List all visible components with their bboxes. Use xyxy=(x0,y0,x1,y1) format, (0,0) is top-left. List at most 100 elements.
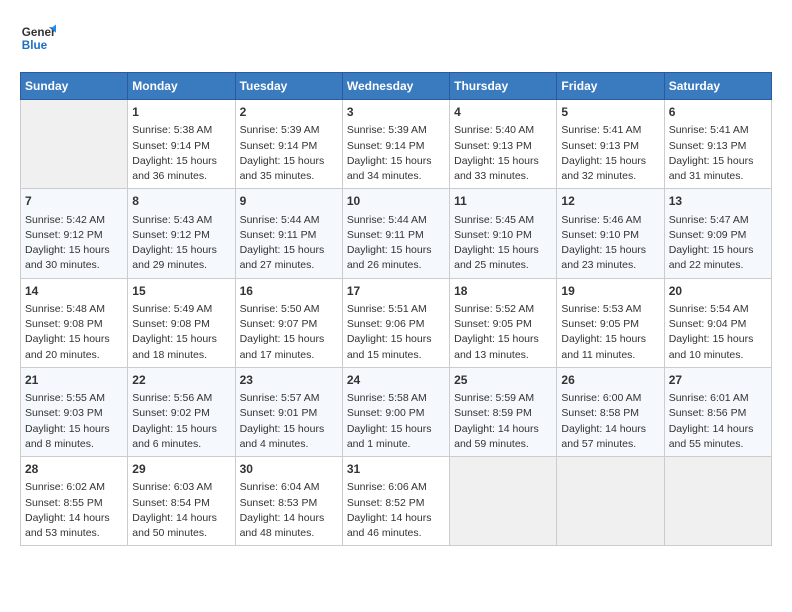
cell-text-line: Daylight: 15 hours xyxy=(454,332,552,347)
calendar-cell: 24Sunrise: 5:58 AMSunset: 9:00 PMDayligh… xyxy=(342,367,449,456)
day-number: 16 xyxy=(240,283,338,300)
cell-text-line: Sunrise: 5:55 AM xyxy=(25,391,123,406)
cell-text-line: Daylight: 15 hours xyxy=(347,243,445,258)
cell-text-line: Sunrise: 5:38 AM xyxy=(132,123,230,138)
cell-text-line: Sunrise: 5:45 AM xyxy=(454,213,552,228)
day-number: 10 xyxy=(347,193,445,210)
day-number: 24 xyxy=(347,372,445,389)
cell-text-line: Sunset: 9:14 PM xyxy=(240,139,338,154)
cell-text-line: Daylight: 15 hours xyxy=(454,243,552,258)
cell-text-line: and 23 minutes. xyxy=(561,258,659,273)
cell-text-line: and 29 minutes. xyxy=(132,258,230,273)
cell-text-line: Sunset: 9:00 PM xyxy=(347,406,445,421)
cell-text-line: and 15 minutes. xyxy=(347,348,445,363)
cell-text-line: Sunrise: 5:44 AM xyxy=(347,213,445,228)
cell-text-line: Daylight: 14 hours xyxy=(347,511,445,526)
day-number: 17 xyxy=(347,283,445,300)
cell-text-line: Sunset: 9:11 PM xyxy=(347,228,445,243)
calendar-cell: 25Sunrise: 5:59 AMSunset: 8:59 PMDayligh… xyxy=(450,367,557,456)
calendar-cell: 3Sunrise: 5:39 AMSunset: 9:14 PMDaylight… xyxy=(342,100,449,189)
calendar-cell: 19Sunrise: 5:53 AMSunset: 9:05 PMDayligh… xyxy=(557,278,664,367)
cell-text-line: and 30 minutes. xyxy=(25,258,123,273)
cell-text-line: Sunrise: 6:06 AM xyxy=(347,480,445,495)
cell-text-line: and 13 minutes. xyxy=(454,348,552,363)
cell-text-line: Sunrise: 5:41 AM xyxy=(561,123,659,138)
calendar-cell: 9Sunrise: 5:44 AMSunset: 9:11 PMDaylight… xyxy=(235,189,342,278)
logo: General Blue xyxy=(20,20,64,56)
calendar-cell: 7Sunrise: 5:42 AMSunset: 9:12 PMDaylight… xyxy=(21,189,128,278)
calendar-cell xyxy=(664,457,771,546)
day-number: 8 xyxy=(132,193,230,210)
calendar-cell: 11 Sunrise: 5:45 AMSunset: 9:10 PMDayligh… xyxy=(450,189,557,278)
cell-text-line: Sunset: 9:13 PM xyxy=(669,139,767,154)
cell-text-line: Sunset: 9:14 PM xyxy=(132,139,230,154)
header-thursday: Thursday xyxy=(450,73,557,100)
day-number: 1 xyxy=(132,104,230,121)
calendar-cell: 15Sunrise: 5:49 AMSunset: 9:08 PMDayligh… xyxy=(128,278,235,367)
cell-text-line: and 4 minutes. xyxy=(240,437,338,452)
calendar-cell: 27Sunrise: 6:01 AMSunset: 8:56 PMDayligh… xyxy=(664,367,771,456)
calendar-week-4: 21Sunrise: 5:55 AMSunset: 9:03 PMDayligh… xyxy=(21,367,772,456)
cell-text-line: Sunset: 9:02 PM xyxy=(132,406,230,421)
calendar-cell: 29Sunrise: 6:03 AMSunset: 8:54 PMDayligh… xyxy=(128,457,235,546)
cell-text-line: Sunset: 9:10 PM xyxy=(454,228,552,243)
day-number: 14 xyxy=(25,283,123,300)
day-number: 23 xyxy=(240,372,338,389)
cell-text-line: Sunset: 8:55 PM xyxy=(25,496,123,511)
cell-text-line: and 53 minutes. xyxy=(25,526,123,541)
cell-text-line: and 11 minutes. xyxy=(561,348,659,363)
cell-text-line: Daylight: 14 hours xyxy=(132,511,230,526)
page-header: General Blue xyxy=(20,20,772,56)
calendar-week-3: 14 Sunrise: 5:48 AM Sunset: 9:08 PM Dayligh… xyxy=(21,278,772,367)
svg-text:Blue: Blue xyxy=(22,39,48,52)
header-wednesday: Wednesday xyxy=(342,73,449,100)
cell-text-line: Sunrise: 5:46 AM xyxy=(561,213,659,228)
cell-text-line: Daylight: 15 hours xyxy=(25,243,123,258)
cell-text-line: and 50 minutes. xyxy=(132,526,230,541)
cell-text-line: Sunset: 9:13 PM xyxy=(454,139,552,154)
calendar-cell: 22Sunrise: 5:56 AMSunset: 9:02 PMDayligh… xyxy=(128,367,235,456)
cell-text-line: Daylight: 15 hours xyxy=(669,332,767,347)
calendar-table: SundayMondayTuesdayWednesdayThursdayFrid… xyxy=(20,72,772,546)
day-number: 18 xyxy=(454,283,552,300)
cell-text-line: Sunrise: 5:39 AM xyxy=(347,123,445,138)
day-number: 7 xyxy=(25,193,123,210)
cell-text-line: Sunset: 9:11 PM xyxy=(240,228,338,243)
cell-text-line: Sunrise: 5:48 AM xyxy=(25,302,123,317)
calendar-cell: 13Sunrise: 5:47 AMSunset: 9:09 PMDayligh… xyxy=(664,189,771,278)
calendar-cell: 28Sunrise: 6:02 AMSunset: 8:55 PMDayligh… xyxy=(21,457,128,546)
cell-text-line: Daylight: 15 hours xyxy=(669,243,767,258)
cell-text-line: Sunset: 9:14 PM xyxy=(347,139,445,154)
cell-text-line: Sunrise: 6:02 AM xyxy=(25,480,123,495)
cell-text-line: Daylight: 15 hours xyxy=(132,422,230,437)
calendar-cell: 21Sunrise: 5:55 AMSunset: 9:03 PMDayligh… xyxy=(21,367,128,456)
cell-text-line: and 55 minutes. xyxy=(669,437,767,452)
cell-text-line: Sunset: 9:04 PM xyxy=(669,317,767,332)
cell-text-line: Daylight: 15 hours xyxy=(25,422,123,437)
cell-text-line: and 25 minutes. xyxy=(454,258,552,273)
cell-text-line: Daylight: 15 hours xyxy=(561,154,659,169)
day-number: 31 xyxy=(347,461,445,478)
cell-text-line: and 20 minutes. xyxy=(25,348,123,363)
calendar-cell: 16Sunrise: 5:50 AMSunset: 9:07 PMDayligh… xyxy=(235,278,342,367)
cell-text-line: Daylight: 15 hours xyxy=(240,332,338,347)
cell-text-line: Sunrise: 5:52 AM xyxy=(454,302,552,317)
cell-text-line: Sunset: 8:52 PM xyxy=(347,496,445,511)
cell-text-line: Sunset: 9:05 PM xyxy=(561,317,659,332)
cell-text-line: Daylight: 14 hours xyxy=(454,422,552,437)
cell-text-line: Daylight: 15 hours xyxy=(25,332,123,347)
cell-text-line: Sunset: 8:59 PM xyxy=(454,406,552,421)
day-number: 22 xyxy=(132,372,230,389)
cell-text-line: Sunset: 9:08 PM xyxy=(132,317,230,332)
day-number: 11 xyxy=(454,193,552,210)
calendar-cell: 4Sunrise: 5:40 AMSunset: 9:13 PMDaylight… xyxy=(450,100,557,189)
cell-text-line: and 31 minutes. xyxy=(669,169,767,184)
cell-text-line: Sunrise: 5:40 AM xyxy=(454,123,552,138)
cell-text-line: Sunrise: 5:54 AM xyxy=(669,302,767,317)
calendar-cell: 1Sunrise: 5:38 AMSunset: 9:14 PMDaylight… xyxy=(128,100,235,189)
cell-text-line: Daylight: 15 hours xyxy=(561,243,659,258)
cell-text-line: and 22 minutes. xyxy=(669,258,767,273)
calendar-cell: 12Sunrise: 5:46 AMSunset: 9:10 PMDayligh… xyxy=(557,189,664,278)
calendar-cell: 8Sunrise: 5:43 AMSunset: 9:12 PMDaylight… xyxy=(128,189,235,278)
day-number: 6 xyxy=(669,104,767,121)
